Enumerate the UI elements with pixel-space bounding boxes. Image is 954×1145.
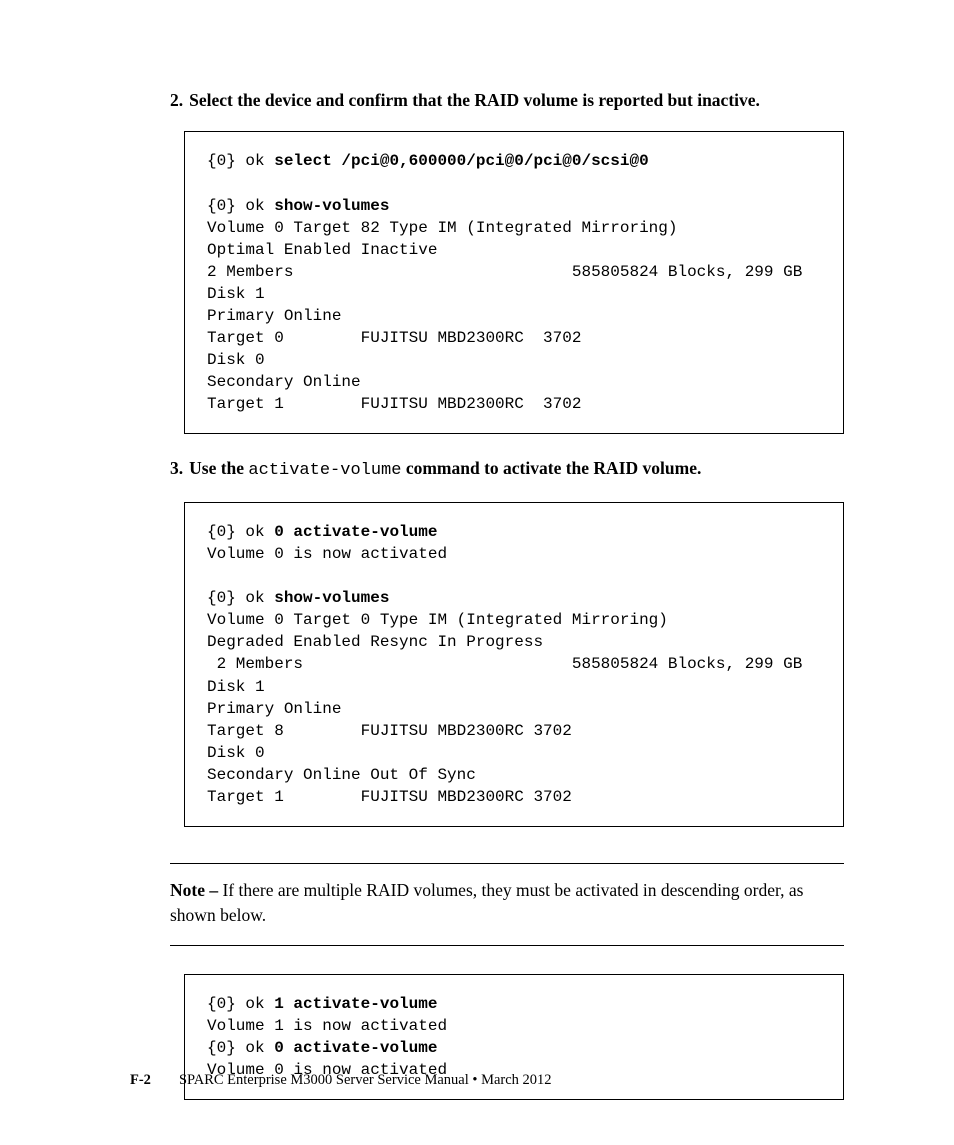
c1-l3p: {0} ok: [207, 197, 274, 215]
step-2-text: Select the device and confirm that the R…: [189, 90, 760, 110]
page-footer: F-2 SPARC Enterprise M3000 Server Service…: [130, 1072, 552, 1089]
c1-l7: Disk 1: [207, 285, 265, 303]
c1-l1p: {0} ok: [207, 152, 274, 170]
c2-l5: Volume 0 Target 0 Type IM (Integrated Mi…: [207, 611, 668, 629]
s3-post: command to activate the RAID volume.: [401, 458, 701, 478]
c1-l5: Optimal Enabled Inactive: [207, 241, 437, 259]
c2-l7: 2 Members 585805824 Blocks, 299 GB: [207, 655, 802, 673]
c1-l9: Target 0 FUJITSU MBD2300RC 3702: [207, 329, 581, 347]
note-divider-bottom: [170, 945, 844, 946]
note-lead: Note –: [170, 880, 222, 900]
c1-l8: Primary Online: [207, 307, 341, 325]
manual-title: SPARC Enterprise M3000 Server Service Ma…: [179, 1072, 552, 1088]
c1-l11: Secondary Online: [207, 373, 361, 391]
c2-l4c: show-volumes: [274, 589, 389, 607]
code-block-1: {0} ok select /pci@0,600000/pci@0/pci@0/…: [184, 131, 844, 434]
c2-l13: Target 1 FUJITSU MBD2300RC 3702: [207, 788, 572, 806]
note-block: Note – If there are multiple RAID volume…: [170, 863, 844, 946]
c3-l3c: 0 activate-volume: [274, 1039, 437, 1057]
c1-l4: Volume 0 Target 82 Type IM (Integrated M…: [207, 219, 677, 237]
step-3: 3. Use the activate-volume command to act…: [170, 456, 844, 484]
c2-l1p: {0} ok: [207, 523, 274, 541]
c2-l4p: {0} ok: [207, 589, 274, 607]
page-number: F-2: [130, 1072, 151, 1088]
c2-l9: Primary Online: [207, 700, 341, 718]
c2-l10: Target 8 FUJITSU MBD2300RC 3702: [207, 722, 572, 740]
c1-l3c: show-volumes: [274, 197, 389, 215]
step-3-text: Use the activate-volume command to activ…: [189, 458, 701, 478]
step-2: 2. Select the device and confirm that the…: [170, 88, 844, 113]
code-block-2: {0} ok 0 activate-volume Volume 0 is now…: [184, 502, 844, 827]
note-text: If there are multiple RAID volumes, they…: [170, 880, 803, 925]
c1-l1c: select /pci@0,600000/pci@0/pci@0/scsi@0: [274, 152, 648, 170]
c1-l10: Disk 0: [207, 351, 265, 369]
c3-l2: Volume 1 is now activated: [207, 1017, 447, 1035]
c1-l6: 2 Members 585805824 Blocks, 299 GB: [207, 263, 802, 281]
c2-l6: Degraded Enabled Resync In Progress: [207, 633, 543, 651]
c2-l2: Volume 0 is now activated: [207, 545, 447, 563]
c3-l1c: 1 activate-volume: [274, 995, 437, 1013]
c3-l3p: {0} ok: [207, 1039, 274, 1057]
s3-cmd: activate-volume: [248, 461, 401, 480]
step-3-number: 3.: [170, 458, 183, 478]
s3-pre: Use the: [189, 458, 248, 478]
c1-l12: Target 1 FUJITSU MBD2300RC 3702: [207, 395, 581, 413]
c3-l1p: {0} ok: [207, 995, 274, 1013]
step-2-number: 2.: [170, 90, 183, 110]
c2-l8: Disk 1: [207, 678, 265, 696]
note-body: Note – If there are multiple RAID volume…: [170, 864, 844, 945]
c2-l12: Secondary Online Out Of Sync: [207, 766, 476, 784]
c2-l1c: 0 activate-volume: [274, 523, 437, 541]
c2-l11: Disk 0: [207, 744, 265, 762]
